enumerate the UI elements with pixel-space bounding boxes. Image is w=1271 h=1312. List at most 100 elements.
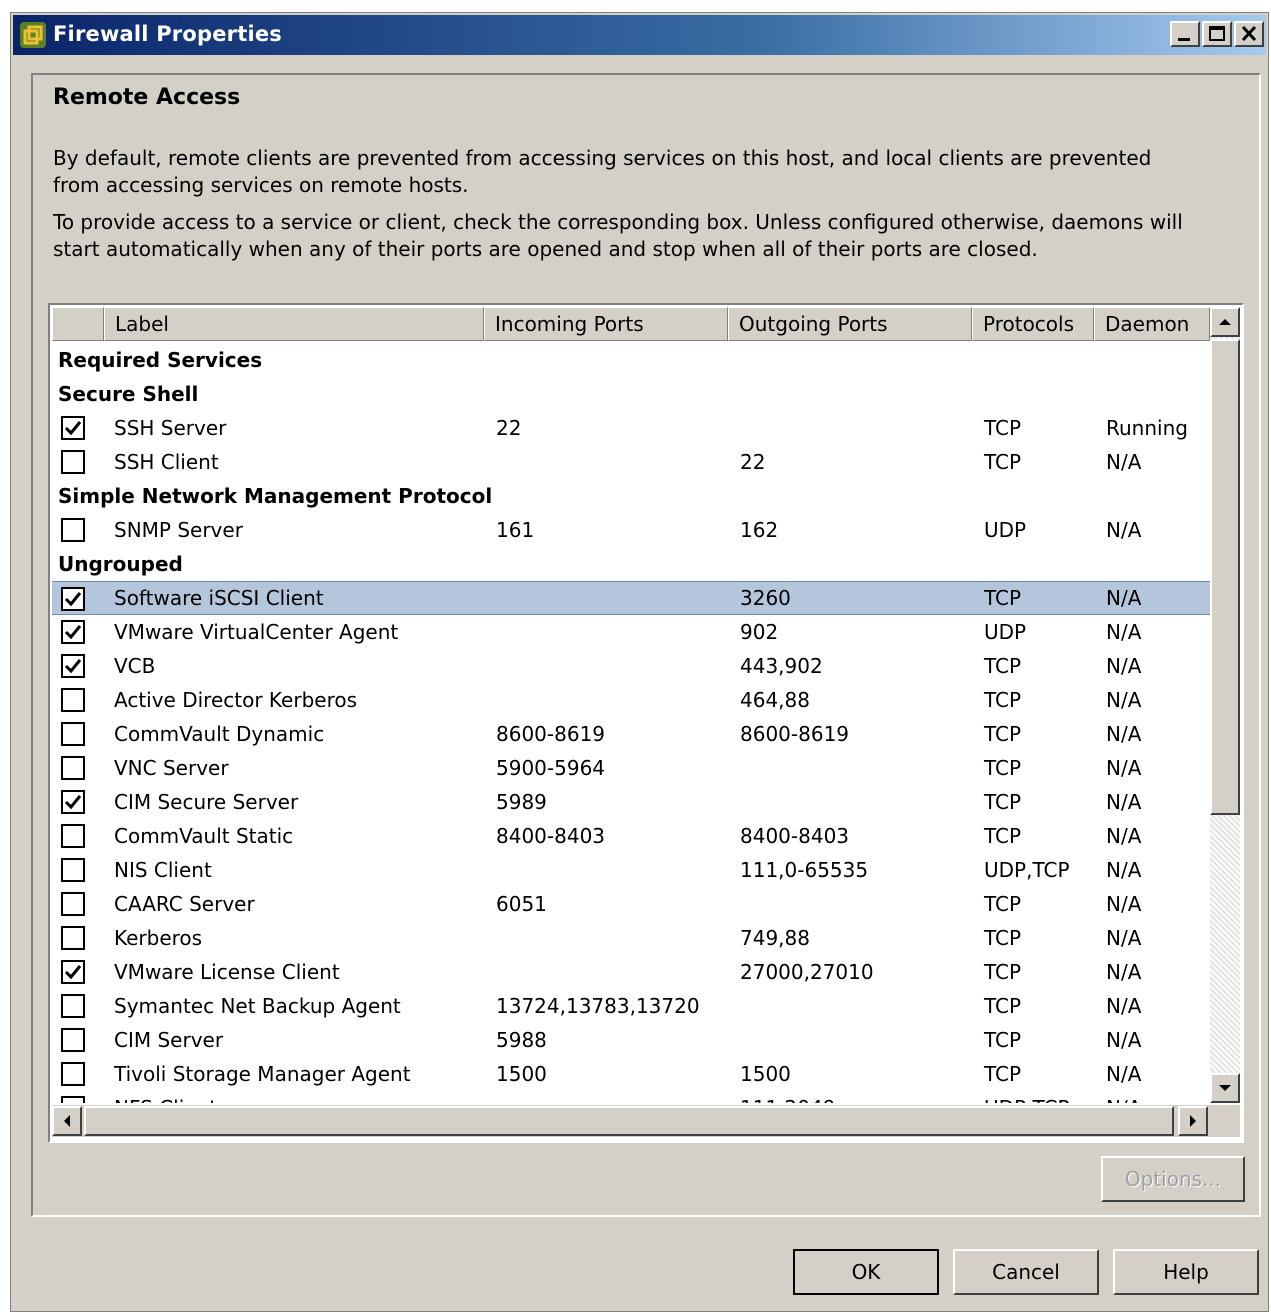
daemon-status: N/A [1106,1091,1141,1103]
service-label: Tivoli Storage Manager Agent [114,1062,411,1086]
protocols: TCP [984,756,1022,780]
service-checkbox[interactable] [61,620,85,644]
table-row[interactable]: Active Director Kerberos 464,88 TCP N/A [52,683,1210,717]
maximize-button[interactable] [1202,21,1232,47]
daemon-status: N/A [1106,688,1142,712]
service-checkbox[interactable] [61,790,85,814]
protocols: UDP,TCP [984,1091,1070,1103]
outgoing-ports: 464,88 [740,688,810,712]
protocols: TCP [984,1028,1022,1052]
daemon-status: N/A [1106,858,1142,882]
table-row[interactable]: CIM Server 5988 TCP N/A [52,1023,1210,1057]
daemon-status: N/A [1106,1028,1142,1052]
incoming-ports: 5900-5964 [496,756,606,780]
service-checkbox[interactable] [61,892,85,916]
table-row[interactable]: SNMP Server 161 162 UDP N/A [52,513,1210,547]
table-row[interactable]: Software iSCSI Client 3260 TCP N/A [52,581,1210,615]
daemon-status: N/A [1106,620,1142,644]
minimize-button[interactable] [1170,21,1200,47]
table-row[interactable]: CommVault Dynamic 8600-8619 8600-8619 TCP N/… [52,717,1210,751]
service-checkbox[interactable] [61,722,85,746]
service-checkbox[interactable] [61,756,85,780]
options-button[interactable]: Options... [1101,1156,1245,1202]
table-row[interactable]: NIS Client 111,0-65535 UDP,TCP N/A [52,853,1210,887]
table-row[interactable]: CommVault Static 8400-8403 8400-8403 TCP N/A [52,819,1210,853]
table-row[interactable]: SSH Server 22 TCP Running [52,411,1210,445]
protocols: TCP [984,722,1022,746]
protocols: TCP [984,926,1022,950]
description-access-instructions: To provide access to a service or client… [53,210,1183,261]
incoming-ports: 161 [496,518,535,542]
service-checkbox[interactable] [61,926,85,950]
outgoing-ports: 3260 [740,586,791,610]
service-checkbox[interactable] [61,824,85,848]
service-label: Kerberos [114,926,203,950]
service-checkbox[interactable] [61,1096,85,1103]
table-row[interactable]: NFS Client 111,2049 UDP,TCP N/A [52,1091,1210,1103]
service-label: SSH Server [114,416,227,440]
table-row[interactable]: SSH Client 22 TCP N/A [52,445,1210,479]
service-label: VMware VirtualCenter Agent [114,620,399,644]
scroll-right-button[interactable] [1178,1106,1208,1136]
table-row[interactable]: VMware License Client 27000,27010 TCP N/A [52,955,1210,989]
description-default-policy: By default, remote clients are prevented… [53,146,1152,197]
protocols: UDP,TCP [984,858,1070,882]
vertical-scroll-thumb[interactable] [1210,339,1240,815]
service-checkbox[interactable] [61,416,85,440]
protocols: TCP [984,416,1022,440]
daemon-status: N/A [1106,756,1142,780]
protocols: TCP [984,688,1022,712]
service-checkbox[interactable] [61,1028,85,1052]
scroll-down-button[interactable] [1210,1073,1240,1103]
horizontal-scroll-thumb[interactable] [84,1106,1174,1136]
table-row[interactable]: Symantec Net Backup Agent 13724,13783,137… [52,989,1210,1023]
table-row[interactable]: Tivoli Storage Manager Agent 1500 1500 TCP N… [52,1057,1210,1091]
outgoing-ports: 8600-8619 [740,722,850,746]
header-incoming-ports[interactable]: Incoming Ports [484,307,728,341]
cancel-button[interactable]: Cancel [953,1249,1099,1295]
protocols: TCP [984,654,1022,678]
header-label[interactable]: Label [104,307,484,341]
table-header: Label Incoming Ports Outgoing Ports Prot… [52,307,1210,341]
minimize-icon [1178,38,1190,41]
vertical-scrollbar[interactable] [1210,307,1240,1103]
table-row[interactable]: CAARC Server 6051 TCP N/A [52,887,1210,921]
header-outgoing-ports[interactable]: Outgoing Ports [728,307,972,341]
service-label: CIM Secure Server [114,790,299,814]
protocols: TCP [984,824,1022,848]
table-row[interactable]: CIM Secure Server 5989 TCP N/A [52,785,1210,819]
table-row[interactable]: VCB 443,902 TCP N/A [52,649,1210,683]
incoming-ports: 6051 [496,892,547,916]
service-checkbox[interactable] [61,450,85,474]
scrollbar-corner [1210,1105,1240,1137]
checkmark-icon [64,965,82,980]
title-bar[interactable]: Firewall Properties [13,15,1266,55]
header-protocols[interactable]: Protocols [972,307,1094,341]
service-checkbox[interactable] [61,960,85,984]
service-checkbox[interactable] [61,587,85,611]
table-row[interactable]: Kerberos 749,88 TCP N/A [52,921,1210,955]
horizontal-scrollbar[interactable] [52,1105,1210,1137]
help-button[interactable]: Help [1113,1249,1259,1295]
daemon-status: N/A [1106,586,1142,610]
service-checkbox[interactable] [61,994,85,1018]
ok-button[interactable]: OK [793,1249,939,1295]
header-checkbox-column[interactable] [52,307,104,341]
service-checkbox[interactable] [61,1062,85,1086]
incoming-ports: 22 [496,416,522,440]
table-row[interactable]: VMware VirtualCenter Agent 902 UDP N/A [52,615,1210,649]
table-row[interactable]: VNC Server 5900-5964 TCP N/A [52,751,1210,785]
service-label: VMware License Client [114,960,340,984]
service-label: SNMP Server [114,518,243,542]
service-checkbox[interactable] [61,518,85,542]
close-button[interactable] [1234,21,1264,47]
service-checkbox[interactable] [61,688,85,712]
service-checkbox[interactable] [61,858,85,882]
scroll-left-button[interactable] [52,1106,82,1136]
header-daemon[interactable]: Daemon [1094,307,1210,341]
service-checkbox[interactable] [61,654,85,678]
protocols: UDP [984,620,1027,644]
outgoing-ports: 1500 [740,1062,791,1086]
services-table-body: Label Incoming Ports Outgoing Ports Prot… [52,307,1210,1103]
scroll-up-button[interactable] [1210,307,1240,337]
